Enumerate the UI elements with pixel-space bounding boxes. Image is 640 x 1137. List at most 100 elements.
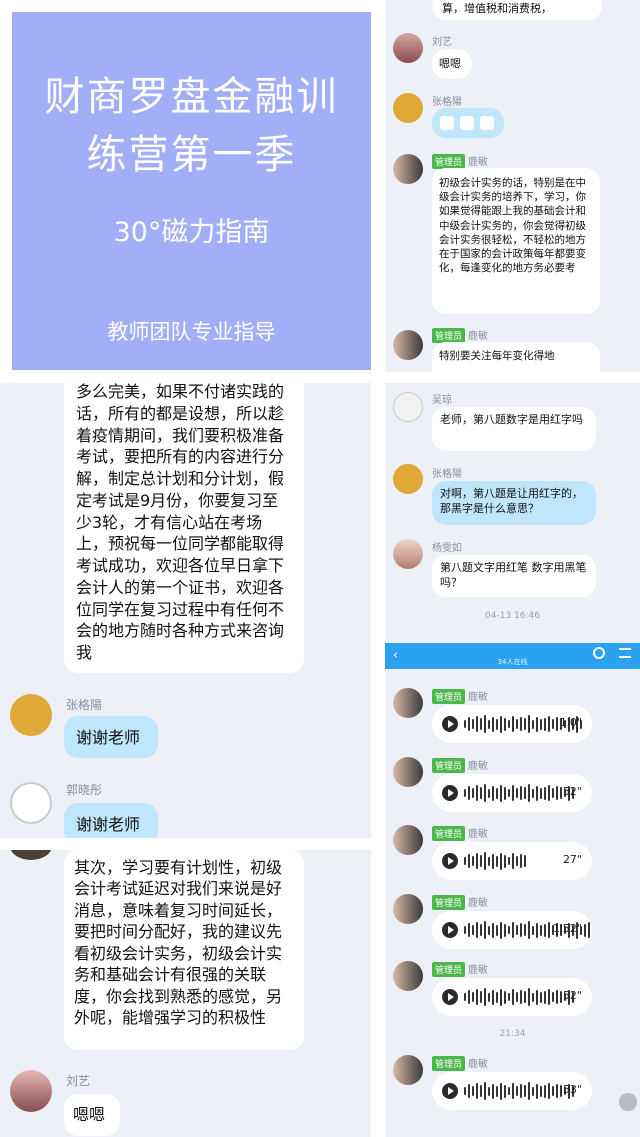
- cover-tagline: 教师团队专业指导: [107, 320, 276, 344]
- sender-name: 张格陽: [432, 469, 462, 480]
- admin-badge: 管理员: [432, 758, 466, 773]
- message-bubble[interactable]: 老师，第八题数字是用红字吗: [432, 407, 596, 451]
- cover-panel: 财商罗盘金融训 练营第一季 30°磁力指南 教师团队专业指导: [12, 12, 371, 370]
- sender-name: 管理员 鹿敏: [432, 894, 488, 910]
- bear-sticker-icon: [460, 116, 474, 130]
- waveform-icon: [464, 852, 526, 870]
- avatar[interactable]: [10, 850, 52, 860]
- avatar[interactable]: [393, 894, 423, 924]
- chat-panel-mid-left: 多么完美，如果不付诸实践的话，所有的都是设想，所以趁着疫情期间，我们要积极准备考…: [0, 383, 371, 838]
- voice-duration: 52": [562, 785, 582, 798]
- message-bubble[interactable]: 嗯嗯: [64, 1094, 120, 1136]
- message-bubble[interactable]: 对啊，第八题是让用红字的，那黑字是什么意思？: [432, 481, 596, 525]
- admin-badge: 管理员: [432, 895, 466, 910]
- avatar[interactable]: [10, 782, 52, 824]
- play-icon[interactable]: [442, 853, 458, 869]
- waveform-icon: [464, 784, 574, 802]
- voice-message[interactable]: 52": [432, 774, 592, 812]
- play-icon[interactable]: [442, 785, 458, 801]
- message-text: 嗯嗯: [73, 1105, 106, 1124]
- message-bubble[interactable]: 初级会计实务的话，特别是在中级会计实务的培养下，学习，你如果觉得能跟上我的基础会…: [432, 168, 600, 314]
- avatar[interactable]: [393, 330, 423, 360]
- play-icon[interactable]: [442, 716, 458, 732]
- voice-message[interactable]: 53": [432, 1072, 592, 1110]
- voice-duration: 52": [562, 989, 582, 1002]
- chat-panel-bottom-left: 其次，学习要有计划性，初级会计考试延迟对我们来说是好消息，意味着复习时间延长，要…: [0, 850, 371, 1137]
- message-text: 嗯嗯: [439, 57, 461, 70]
- cover-title-line1: 财商罗盘金融训: [44, 74, 339, 120]
- message-text: 老师，第八题数字是用红字吗: [440, 413, 583, 426]
- sender-name: 管理员 鹿敏: [432, 825, 488, 841]
- admin-badge: 管理员: [432, 826, 466, 841]
- message-text: 对啊，第八题是让用红字的，那黑字是什么意思？: [440, 487, 583, 515]
- cover-title-line2: 练营第一季: [86, 132, 297, 178]
- waveform-icon: [464, 988, 574, 1006]
- avatar[interactable]: [393, 1055, 423, 1085]
- chat-panel-top-right: 算，增值税和消费税， 刘艺 嗯嗯 张格陽 管理员 鹿敏 初级会计实务的话，特别是在…: [385, 0, 640, 372]
- avatar[interactable]: [393, 154, 423, 184]
- avatar[interactable]: [393, 33, 423, 63]
- avatar[interactable]: [393, 961, 423, 991]
- message-bubble[interactable]: 多么完美，如果不付诸实践的话，所有的都是设想，所以趁着疫情期间，我们要积极准备考…: [64, 383, 304, 673]
- chat-panel-mid-right: 吴琼 老师，第八题数字是用红字吗 张格陽 对啊，第八题是让用红字的，那黑字是什么…: [385, 383, 640, 643]
- phone-icon[interactable]: [593, 647, 605, 659]
- avatar[interactable]: [393, 93, 423, 123]
- message-text: 算，增值税和消费税，: [442, 2, 552, 15]
- avatar[interactable]: [393, 688, 423, 718]
- play-icon[interactable]: [442, 989, 458, 1005]
- timestamp: 04-13 16:46: [485, 611, 540, 621]
- sender-name: 管理员 鹿敏: [432, 757, 488, 773]
- admin-badge: 管理员: [432, 689, 466, 704]
- message-bubble[interactable]: 其次，学习要有计划性，初级会计考试延迟对我们来说是好消息，意味着复习时间延长，要…: [64, 850, 304, 1050]
- sender-name: 管理员 鹿敏: [432, 1055, 488, 1071]
- sender-name: 管理员 鹿敏: [432, 961, 488, 977]
- avatar[interactable]: [393, 392, 423, 422]
- waveform-icon: [464, 1082, 574, 1100]
- avatar[interactable]: [393, 464, 423, 494]
- message-text: 特别要关注每年变化得地: [439, 350, 555, 362]
- sender-name: 张格陽: [432, 97, 462, 108]
- message-bubble[interactable]: 特别要关注每年变化得地: [432, 342, 600, 372]
- scroll-down-button[interactable]: [619, 1093, 637, 1111]
- message-text: 第八题文字用红笔 数字用黑笔吗？: [440, 561, 587, 589]
- sender-name: 刘艺: [432, 37, 452, 48]
- message-text: 谢谢老师: [76, 815, 141, 834]
- sender-name: 刘艺: [66, 1074, 91, 1088]
- sender-name: 吴琼: [432, 395, 452, 406]
- voice-message[interactable]: 27": [432, 842, 592, 880]
- avatar[interactable]: [393, 757, 423, 787]
- voice-message[interactable]: 52": [432, 978, 592, 1016]
- voice-message[interactable]: 1'0": [432, 705, 592, 743]
- sticker-bubble[interactable]: [432, 108, 504, 138]
- voice-duration: 27": [562, 853, 582, 866]
- admin-badge: 管理员: [432, 154, 466, 169]
- sender-name: 张格陽: [66, 698, 103, 712]
- sender-name: 杨雯如: [432, 543, 462, 554]
- menu-icon[interactable]: [619, 648, 631, 658]
- message-bubble[interactable]: 谢谢老师: [64, 803, 158, 838]
- message-bubble: 算，增值税和消费税，: [432, 0, 602, 20]
- avatar[interactable]: [10, 1070, 52, 1112]
- play-icon[interactable]: [442, 1083, 458, 1099]
- sender-name: 郭晓彤: [66, 783, 103, 797]
- online-count: 34人在线: [497, 658, 528, 666]
- sender-name: 管理员 鹿敏: [432, 327, 488, 343]
- message-text: 多么完美，如果不付诸实践的话，所有的都是设想，所以趁着疫情期间，我们要积极准备考…: [76, 383, 285, 662]
- message-text: 其次，学习要有计划性，初级会计考试延迟对我们来说是好消息，意味着复习时间延长，要…: [74, 858, 283, 1028]
- bear-sticker-icon: [440, 116, 454, 130]
- voice-message[interactable]: 1'52": [432, 911, 592, 949]
- message-bubble[interactable]: 谢谢老师: [64, 716, 158, 758]
- avatar[interactable]: [10, 694, 52, 736]
- message-text: 初级会计实务的话，特别是在中级会计实务的培养下，学习，你如果觉得能跟上我的基础会…: [439, 177, 586, 275]
- cover-subtitle: 30°磁力指南: [113, 217, 270, 248]
- chat-header: ‹ 34人在线: [385, 643, 640, 669]
- message-bubble[interactable]: 第八题文字用红笔 数字用黑笔吗？: [432, 555, 596, 597]
- message-bubble[interactable]: 嗯嗯: [432, 49, 472, 79]
- avatar[interactable]: [393, 825, 423, 855]
- sender-name: 管理员 鹿敏: [432, 688, 488, 704]
- admin-badge: 管理员: [432, 328, 466, 343]
- play-icon[interactable]: [442, 922, 458, 938]
- admin-badge: 管理员: [432, 1056, 466, 1071]
- avatar[interactable]: [393, 539, 423, 569]
- voice-timestamp: 21:34: [499, 1029, 526, 1039]
